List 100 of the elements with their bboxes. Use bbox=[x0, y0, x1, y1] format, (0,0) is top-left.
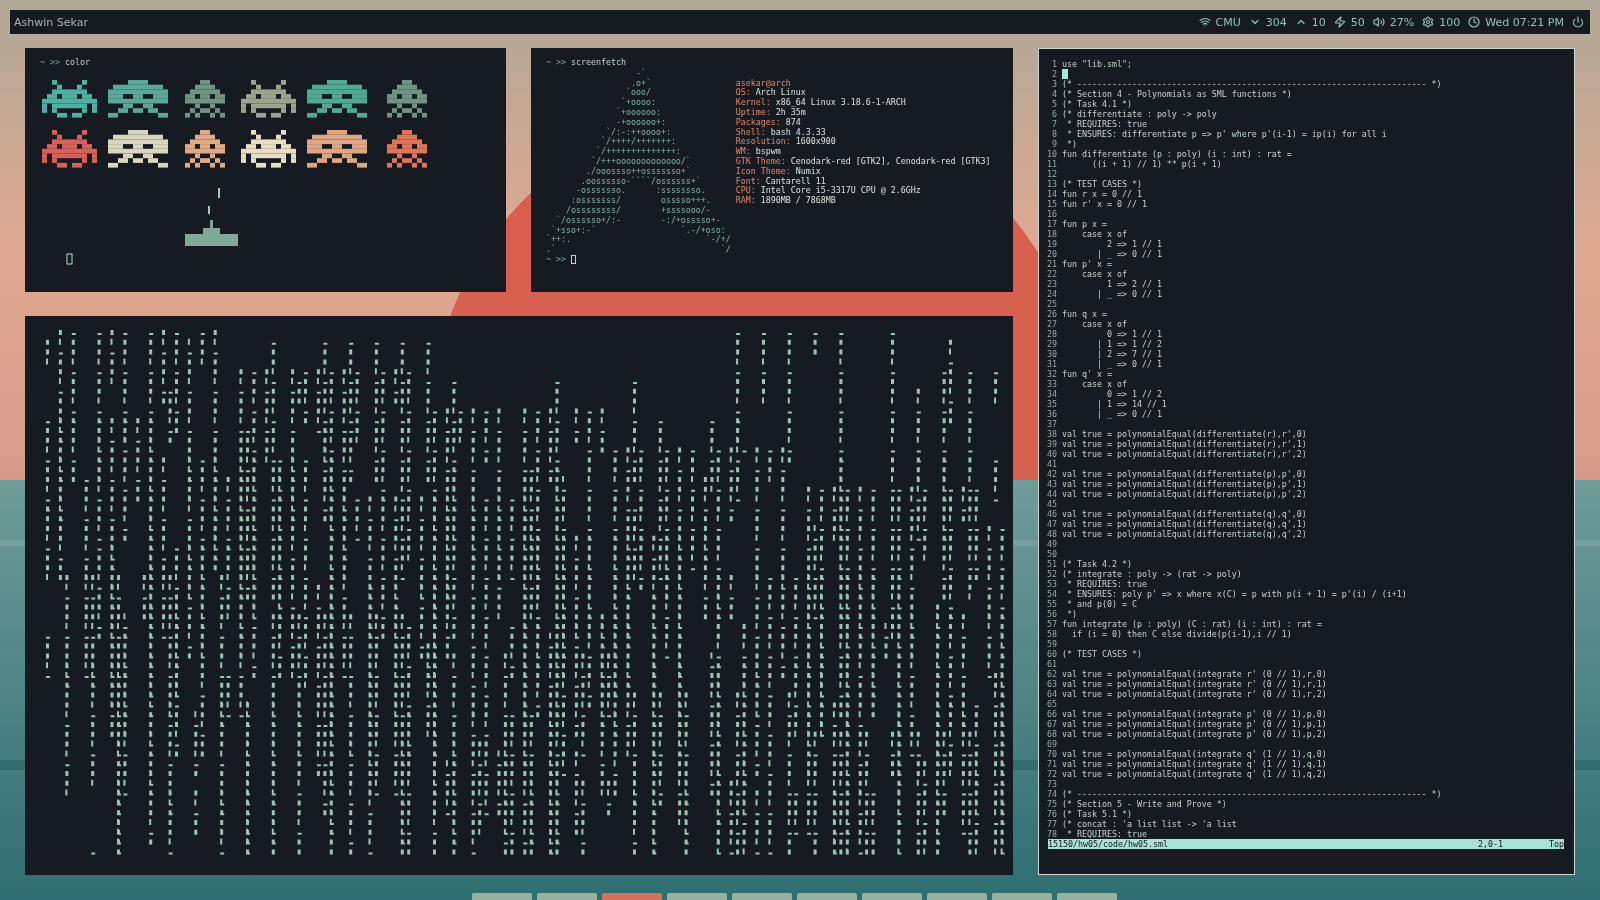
line-number: 54 bbox=[1047, 589, 1057, 599]
line-number: 45 bbox=[1047, 499, 1057, 509]
workspace-tab[interactable] bbox=[472, 893, 532, 900]
workspace-tab[interactable] bbox=[862, 893, 922, 900]
code-line: val true = polynomialEqual(differentiate(q),q',1) bbox=[1061, 519, 1307, 529]
code-line: val true = polynomialEqual(integrate p' (0 // 1),p,0) bbox=[1061, 709, 1327, 719]
line-number: 16 bbox=[1047, 209, 1057, 219]
code-line: fun p x = bbox=[1061, 219, 1107, 229]
code-line: fun p' x = bbox=[1061, 259, 1112, 269]
system-info-line: Resolution: 1600x900 bbox=[735, 137, 837, 147]
line-number: 15 bbox=[1047, 199, 1057, 209]
line-number: 2 bbox=[1051, 69, 1057, 79]
line-number: 30 bbox=[1047, 349, 1057, 359]
code-line: * ENSURES: differentiate p => p' where p'(i-1) = ip(i) for all i bbox=[1065, 129, 1387, 139]
system-info-line: CPU: Intel Core i5-3317U CPU @ 2.6GHz bbox=[735, 186, 922, 196]
code-line: (* Task 4.2 *) bbox=[1061, 559, 1132, 569]
line-number: 18 bbox=[1047, 229, 1057, 239]
line-number: 73 bbox=[1047, 779, 1057, 789]
line-number: 32 bbox=[1047, 369, 1057, 379]
workspace-tab[interactable] bbox=[537, 893, 597, 900]
code-line: case x of bbox=[1080, 229, 1127, 239]
line-number: 67 bbox=[1047, 719, 1057, 729]
code-line: (* TEST CASES *) bbox=[1061, 179, 1142, 189]
code-line: val true = polynomialEqual(integrate p' (0 // 1),p,2) bbox=[1061, 729, 1327, 739]
line-number: 17 bbox=[1047, 219, 1057, 229]
prompt-symbol: ~ >> bbox=[40, 58, 60, 68]
line-number: 77 bbox=[1047, 819, 1057, 829]
line-number: 63 bbox=[1047, 679, 1057, 689]
line-number: 69 bbox=[1047, 739, 1057, 749]
command-text: color bbox=[64, 58, 90, 68]
system-info-line: Icon Theme: Numix bbox=[735, 166, 822, 177]
line-number: 25 bbox=[1047, 299, 1057, 309]
line-number: 65 bbox=[1047, 699, 1057, 709]
code-line: (* TEST CASES *) bbox=[1061, 649, 1142, 659]
code-line: (* ---------------------------------------------------------------------- *) bbox=[1061, 789, 1442, 799]
download-rate: 304 bbox=[1265, 15, 1287, 29]
line-number: 7 bbox=[1051, 119, 1057, 129]
volume-level: 27% bbox=[1389, 15, 1415, 29]
line-number: 14 bbox=[1047, 189, 1057, 199]
workspace-tab[interactable] bbox=[797, 893, 857, 900]
code-line: (* integrate : poly -> (rat -> poly) bbox=[1061, 569, 1242, 579]
battery-level: 50 bbox=[1350, 15, 1365, 29]
code-line: (* Section 5 - Write and Prove *) bbox=[1061, 799, 1227, 809]
code-line: | 2 => 7 // 1 bbox=[1095, 349, 1162, 359]
power-icon[interactable] bbox=[1572, 16, 1584, 28]
cursor-position: 2,0-1 bbox=[1478, 839, 1503, 849]
network-name: CMU bbox=[1215, 15, 1241, 29]
code-line: val true = polynomialEqual(differentiate(q),q',0) bbox=[1061, 509, 1307, 519]
line-number: 12 bbox=[1047, 169, 1057, 179]
workspace-tab[interactable] bbox=[732, 893, 792, 900]
user-host: asekar@arch bbox=[735, 78, 792, 88]
code-line: (* ---------------------------------------------------------------------- *) bbox=[1061, 79, 1442, 89]
line-number: 71 bbox=[1047, 759, 1057, 769]
system-info-line: Packages: 874 bbox=[735, 117, 802, 128]
system-info-line: Kernel: x86_64 Linux 3.18.6-1-ARCH bbox=[735, 98, 907, 108]
line-number: 9 bbox=[1051, 139, 1057, 149]
line-number: 36 bbox=[1047, 409, 1057, 419]
system-info-line: WM: bspwm bbox=[735, 147, 782, 157]
code-line: fun r x = 0 // 1 bbox=[1061, 189, 1142, 199]
prompt-symbol: ~ >> bbox=[546, 254, 566, 265]
line-number: 66 bbox=[1047, 709, 1057, 719]
code-line: val true = polynomialEqual(differentiate(r),r',0) bbox=[1061, 429, 1307, 439]
line-number: 44 bbox=[1047, 489, 1057, 499]
line-number: 57 bbox=[1047, 619, 1057, 629]
line-number: 5 bbox=[1051, 99, 1057, 109]
workspace-tab[interactable] bbox=[992, 893, 1052, 900]
file-path: 15150/hw05/code/hw05.sml bbox=[1048, 839, 1168, 849]
code-line: (* Task 5.1 *) bbox=[1061, 809, 1132, 819]
code-line: case x of bbox=[1080, 269, 1127, 279]
line-number: 35 bbox=[1047, 399, 1057, 409]
text-cursor bbox=[570, 254, 576, 264]
line-number: 55 bbox=[1047, 599, 1057, 609]
ascii-logo: -` .o+` `ooo/ `+oooo: `+oooooo: -+oooooo+: `/:-:++oooo+: `/++++/+++++++: `/++++++++++++++: `/+++ooooooooooooo/` ./ooossso++osssssso+` .oossssso-````/ossssss+` -osssssso. :ssssssso. :osssssss/ osssso+++. /ossssssss/ +ssssooo/- `/ossssso+/:- -:/+osssso+- `+sso+:-` `.-/+oso: `++:. `-/+/ .` `/ bbox=[546, 68, 732, 255]
line-number: 19 bbox=[1047, 239, 1057, 249]
workspace-tab[interactable] bbox=[1057, 893, 1117, 900]
code-line: *) bbox=[1065, 139, 1077, 149]
line-number: 39 bbox=[1047, 439, 1057, 449]
workspace-tab[interactable] bbox=[927, 893, 987, 900]
code-line: val true = polynomialEqual(integrate r' (0 // 1),r,0) bbox=[1061, 669, 1327, 679]
code-line: fun integrate (p : poly) (C : rat) (i : int) : rat = bbox=[1061, 619, 1322, 629]
line-number: 22 bbox=[1047, 269, 1057, 279]
command-text: screenfetch bbox=[570, 58, 626, 68]
code-line: 0 => 1 // 1 bbox=[1105, 329, 1162, 339]
lightning-icon bbox=[1333, 16, 1346, 28]
code-line: | 1 => 1 // 2 bbox=[1095, 339, 1162, 349]
user-name: Ashwin Sekar bbox=[14, 15, 88, 29]
code-line: | _ => 0 // 1 bbox=[1095, 249, 1162, 259]
code-line: (* Section 4 - Polynomials as SML functions *) bbox=[1061, 89, 1292, 99]
code-line: (* concat : 'a list list -> 'a list bbox=[1061, 819, 1237, 829]
line-number: 75 bbox=[1047, 799, 1057, 809]
workspace-tab[interactable] bbox=[667, 893, 727, 900]
volume-icon bbox=[1372, 16, 1385, 28]
line-number: 74 bbox=[1047, 789, 1057, 799]
line-number: 4 bbox=[1051, 89, 1057, 99]
system-info-line: OS: Arch Linux bbox=[735, 88, 807, 98]
prompt-symbol: ~ >> bbox=[546, 58, 566, 68]
line-number: 47 bbox=[1047, 519, 1057, 529]
line-number: 53 bbox=[1047, 579, 1057, 589]
workspace-tab[interactable] bbox=[602, 893, 662, 900]
code-line: use "lib.sml"; bbox=[1061, 59, 1132, 69]
